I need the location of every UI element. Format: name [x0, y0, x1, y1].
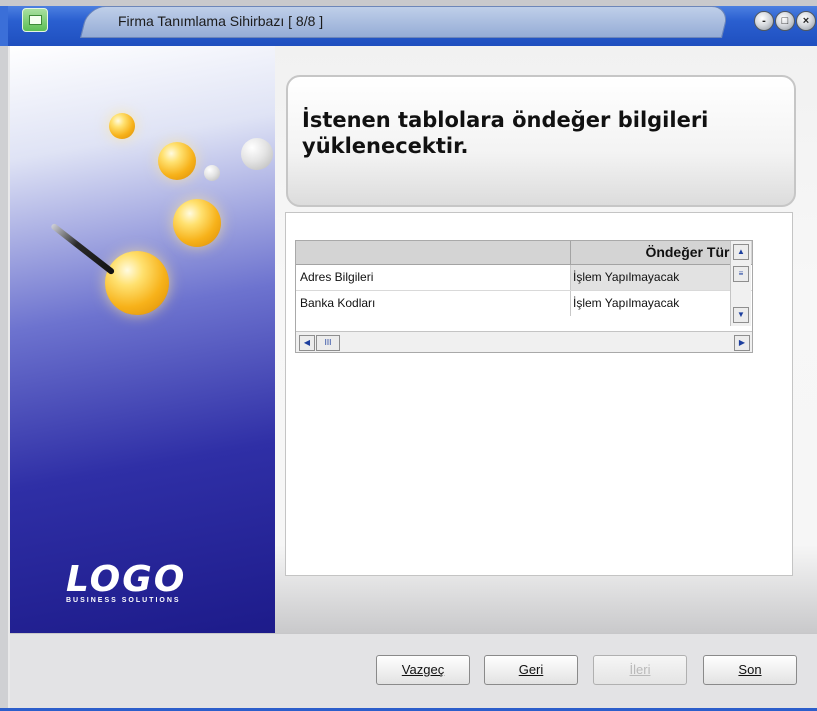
orb-xlarge-icon: [105, 251, 169, 315]
button-bar: Vazgeç Geri İleri Son: [10, 633, 817, 709]
window-frame-left: [0, 46, 8, 708]
orb-large-icon: [173, 199, 221, 247]
orb-grey-small-icon: [204, 165, 220, 181]
finish-button[interactable]: Son: [703, 655, 797, 685]
table-row[interactable]: Adres Bilgileri İşlem Yapılmayacak: [296, 265, 752, 291]
close-button[interactable]: ×: [796, 11, 816, 31]
row-table-name: Banka Kodları: [300, 296, 376, 310]
column-header-default-type[interactable]: Öndeğer Türü: [570, 241, 744, 264]
scroll-down-icon[interactable]: ▼: [733, 307, 749, 323]
scroll-up-icon[interactable]: ▲: [733, 244, 749, 260]
logo-panel: LOGO BUSINESS SOLUTIONS: [10, 46, 275, 633]
orb-medium-icon: [158, 142, 196, 180]
cancel-button[interactable]: Vazgeç: [376, 655, 470, 685]
next-button[interactable]: İleri: [593, 655, 687, 685]
scroll-thumb-horizontal[interactable]: III: [316, 335, 340, 351]
maximize-button[interactable]: □: [775, 11, 795, 31]
wizard-window: Firma Tanımlama Sihirbazı [ 8/8 ] - □ × …: [0, 0, 817, 711]
vertical-scrollbar[interactable]: ▲ ≡ ▼: [730, 241, 751, 326]
table-header: Öndeğer Türü: [296, 241, 752, 265]
defaults-panel: Öndeğer Türü Adres Bilgileri İşlem Yapıl…: [285, 212, 793, 576]
orb-grey-icon: [241, 138, 273, 170]
title-bar[interactable]: Firma Tanımlama Sihirbazı [ 8/8 ] - □ ×: [0, 0, 817, 46]
back-button[interactable]: Geri: [484, 655, 578, 685]
magic-wand-icon: [50, 222, 116, 276]
scroll-right-icon[interactable]: ▶: [734, 335, 750, 351]
window-title: Firma Tanımlama Sihirbazı [ 8/8 ]: [118, 13, 324, 29]
row-table-name: Adres Bilgileri: [300, 270, 374, 284]
row-default-type[interactable]: İşlem Yapılmayacak: [570, 265, 747, 290]
logo-wordmark: LOGO: [66, 559, 187, 600]
logo-subtext: BUSINESS SOLUTIONS: [66, 597, 181, 604]
minimize-button[interactable]: -: [754, 11, 774, 31]
system-menu-icon[interactable]: [22, 8, 48, 32]
orb-small-icon: [109, 113, 135, 139]
row-default-type[interactable]: İşlem Yapılmayacak: [570, 291, 747, 316]
horizontal-scrollbar[interactable]: ◀ III ▶: [296, 331, 752, 352]
title-bar-left-edge: [0, 6, 8, 46]
heading-card: İstenen tablolara öndeğer bilgileri yükl…: [286, 75, 796, 207]
scroll-thumb[interactable]: ≡: [733, 266, 749, 282]
table-row[interactable]: Banka Kodları İşlem Yapılmayacak: [296, 291, 752, 316]
defaults-table: Öndeğer Türü Adres Bilgileri İşlem Yapıl…: [295, 240, 753, 353]
scroll-left-icon[interactable]: ◀: [299, 335, 315, 351]
page-heading: İstenen tablolara öndeğer bilgileri yükl…: [302, 108, 709, 158]
